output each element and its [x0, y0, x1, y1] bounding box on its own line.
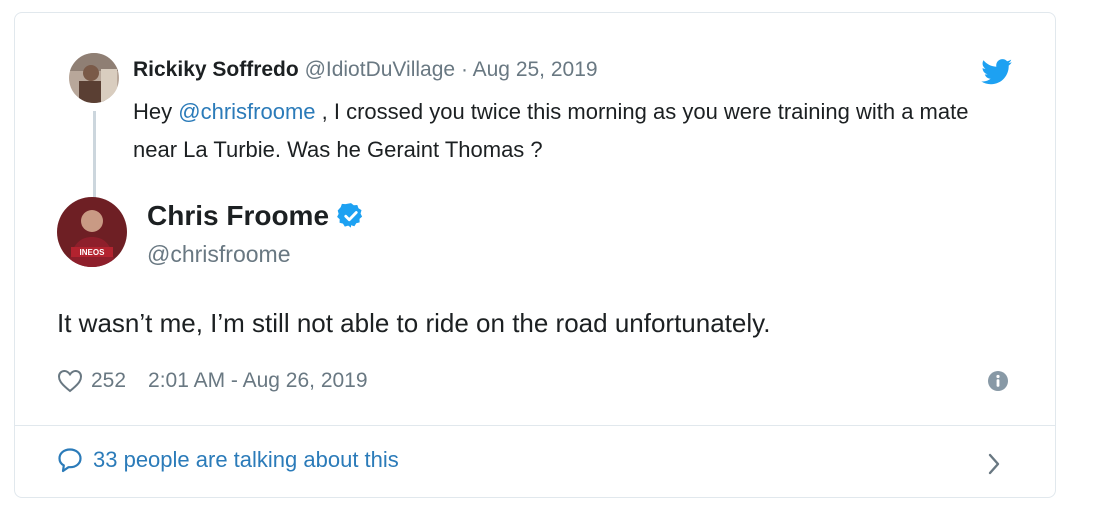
parent-tweet-header: Rickiky Soffredo @IdiotDuVillage · Aug 2…	[133, 55, 598, 85]
main-author-name-row: Chris Froome	[147, 199, 365, 233]
main-tweet-text: It wasn’t me, I’m still not able to ride…	[57, 308, 771, 338]
parent-author-name[interactable]: Rickiky Soffredo	[133, 58, 299, 81]
thread-connector-line	[93, 111, 96, 201]
main-author-handle[interactable]: @chrisfroome	[147, 239, 291, 269]
parent-tweet-date[interactable]: Aug 25, 2019	[473, 58, 598, 81]
speech-bubble-icon	[58, 448, 82, 473]
twitter-bird-icon[interactable]	[981, 59, 1013, 85]
verified-badge-icon	[337, 203, 363, 228]
tweet-timestamp[interactable]: 2:01 AM - Aug 26, 2019	[148, 369, 368, 393]
conversation-label: 33 people are talking about this	[93, 447, 399, 472]
main-author-name[interactable]: Chris Froome	[147, 199, 329, 233]
header-separator: ·	[460, 58, 468, 81]
parent-tweet-text: Hey @chrisfroome , I crossed you twice t…	[133, 93, 973, 169]
like-count[interactable]: 252	[91, 369, 126, 393]
footer-divider	[15, 425, 1055, 426]
conversation-link[interactable]: 33 people are talking about this	[57, 447, 399, 473]
main-author-avatar[interactable]: INEOS	[57, 197, 127, 267]
heart-icon[interactable]	[57, 369, 83, 393]
info-icon[interactable]	[987, 370, 1009, 392]
embedded-tweet-card: Rickiky Soffredo @IdiotDuVillage · Aug 2…	[14, 12, 1056, 498]
mention-link[interactable]: @chrisfroome	[178, 99, 315, 124]
parent-text-prefix: Hey	[133, 99, 179, 124]
avatar-logo-text: INEOS	[80, 248, 106, 257]
chevron-right-icon[interactable]	[985, 451, 1003, 477]
tweet-meta-row: 252 2:01 AM - Aug 26, 2019	[57, 369, 368, 393]
parent-author-avatar[interactable]	[69, 53, 119, 103]
parent-author-handle[interactable]: @IdiotDuVillage	[305, 58, 456, 81]
